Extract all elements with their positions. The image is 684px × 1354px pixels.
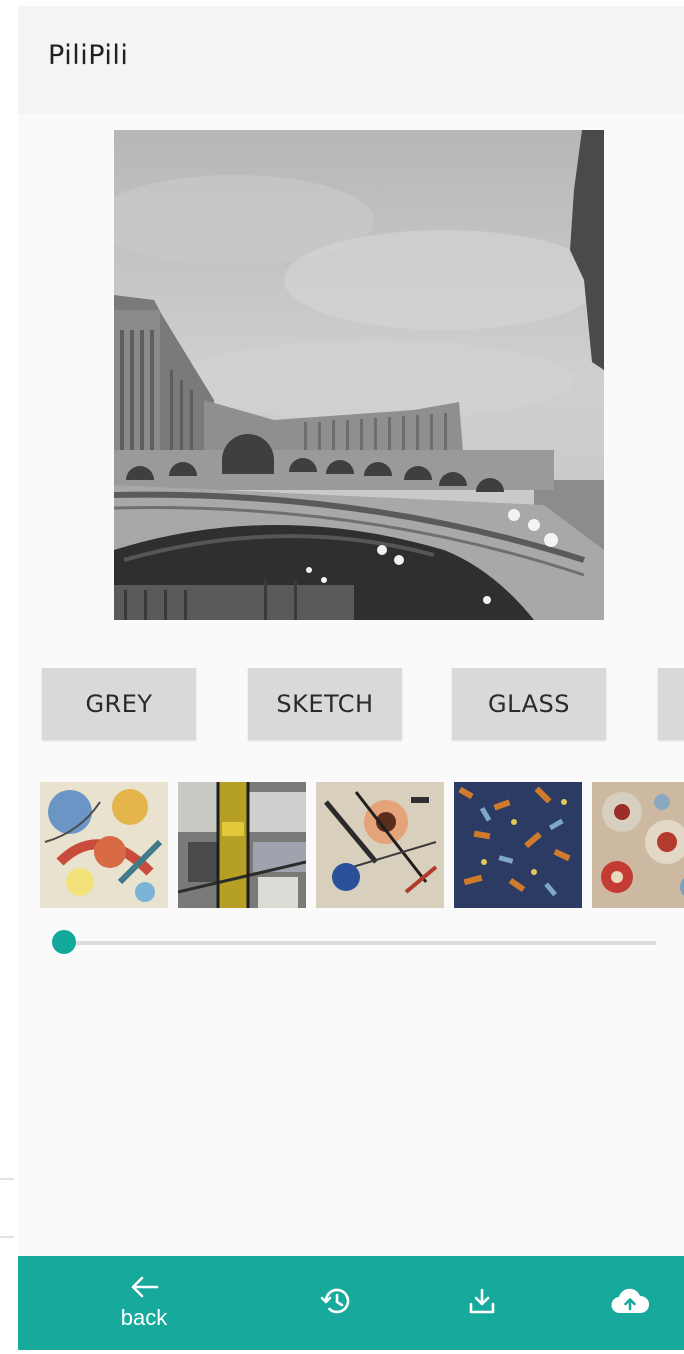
bottom-nav: back (18, 1256, 684, 1350)
download-button[interactable] (422, 1256, 542, 1350)
history-icon (319, 1284, 353, 1322)
edge-divider (0, 1178, 14, 1180)
upload-button[interactable] (570, 1256, 684, 1350)
preview-image (114, 130, 604, 620)
style-strength-slider[interactable] (52, 930, 656, 956)
filter-grey-button[interactable]: GREY (42, 668, 196, 740)
arrow-left-icon (129, 1275, 159, 1303)
filter-glass-button[interactable]: GLASS (452, 668, 606, 740)
app-bar: PiliPili (18, 6, 684, 114)
style-thumb-5[interactable] (592, 782, 684, 908)
style-thumb-3[interactable] (316, 782, 444, 908)
style-thumb-1[interactable] (40, 782, 168, 908)
style-thumb-4[interactable] (454, 782, 582, 908)
app-title: PiliPili (48, 40, 129, 71)
filter-sketch-button[interactable]: SKETCH (248, 668, 402, 740)
slider-thumb[interactable] (52, 930, 76, 954)
back-button[interactable]: back (84, 1256, 204, 1350)
style-thumb-2[interactable] (178, 782, 306, 908)
app-screen: PiliPili GREY SKETCH GLASS back (18, 6, 684, 1350)
cloud-upload-icon (611, 1287, 650, 1319)
filter-next-button[interactable] (658, 668, 684, 740)
history-button[interactable] (276, 1256, 396, 1350)
back-label: back (120, 1305, 168, 1330)
filter-bar: GREY SKETCH GLASS (18, 668, 684, 744)
edge-divider (0, 1236, 14, 1238)
download-icon (467, 1286, 497, 1320)
slider-track (52, 941, 656, 945)
style-thumbnail-strip (40, 782, 684, 910)
